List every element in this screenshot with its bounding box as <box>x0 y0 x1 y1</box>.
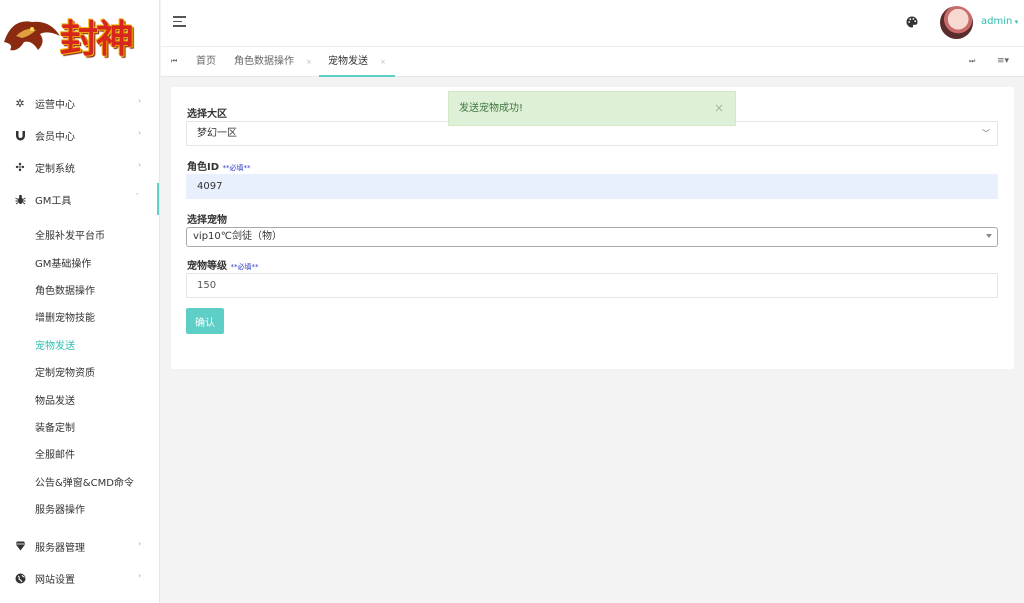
close-icon[interactable]: × <box>306 58 312 66</box>
chevron-down-icon: ˇ <box>135 193 140 201</box>
dragon-logo-icon <box>4 21 60 51</box>
close-icon[interactable]: × <box>380 58 386 66</box>
user-dropdown[interactable]: admin ▾ <box>981 16 1018 27</box>
submenu-item-send-item[interactable]: 物品发送 <box>0 385 159 412</box>
submenu-item-pet-skills[interactable]: 增删宠物技能 <box>0 303 159 330</box>
close-icon[interactable]: × <box>714 92 724 125</box>
bug-icon <box>14 193 26 205</box>
username: admin <box>981 16 1013 27</box>
zone-label: 选择大区 <box>187 109 227 120</box>
logo[interactable]: 封神 <box>0 0 159 80</box>
chevron-right-icon: › <box>138 161 141 169</box>
sidebar: 封神 ✲ 运营中心 › 会员中心 › ✣ 定制系统 › GM工具 ˇ 全服补发平… <box>0 0 160 603</box>
chevron-right-icon: › <box>138 97 141 105</box>
submit-button[interactable]: 确认 <box>186 308 224 334</box>
submenu-item-pet-aptitude[interactable]: 定制宠物资质 <box>0 358 159 385</box>
submenu-item-resend-currency[interactable]: 全服补发平台币 <box>0 221 159 248</box>
required-hint: **必填** <box>222 164 251 172</box>
tab-send-pet[interactable]: 宠物发送 × <box>319 47 395 77</box>
top-header: admin ▾ <box>161 0 1024 46</box>
required-hint: **必填** <box>230 263 259 271</box>
sidebar-item-site-settings[interactable]: 网站设置 › <box>0 562 159 594</box>
gear-icon: ✲ <box>15 96 25 110</box>
submenu-item-send-pet[interactable]: 宠物发送 <box>0 331 159 358</box>
sidebar-menu-bottom: 服务器管理 › 网站设置 › <box>0 530 159 594</box>
sidebar-item-label: 网站设置 <box>35 574 75 586</box>
caret-down-icon <box>986 234 992 238</box>
sidebar-item-label: 定制系统 <box>35 163 75 175</box>
role-id-label: 角色ID **必填** <box>187 162 251 173</box>
success-toast: 发送宠物成功! × <box>448 91 736 126</box>
diamond-icon <box>14 540 26 552</box>
chevron-right-icon: › <box>138 572 141 581</box>
gamepad-icon: ✣ <box>15 160 25 174</box>
submenu-item-announcement-cmd[interactable]: 公告&弹窗&CMD命令 <box>0 468 159 495</box>
tab-role-data[interactable]: 角色数据操作 × <box>234 47 312 77</box>
tab-home[interactable]: 首页 <box>196 47 216 77</box>
pet-label: 选择宠物 <box>187 215 227 226</box>
menu-toggle-icon[interactable] <box>173 16 186 27</box>
sidebar-item-label: GM工具 <box>35 195 72 207</box>
logo-text: 封神 <box>60 16 134 61</box>
sidebar-menu: ✲ 运营中心 › 会员中心 › ✣ 定制系统 › GM工具 ˇ <box>0 87 159 215</box>
sidebar-item-operations[interactable]: ✲ 运营中心 › <box>0 87 159 119</box>
pet-select[interactable]: vip10℃剑徒（物） <box>186 227 998 247</box>
avatar[interactable] <box>940 6 973 39</box>
submenu-item-role-data[interactable]: 角色数据操作 <box>0 276 159 303</box>
pet-level-input[interactable]: 150 <box>186 273 998 298</box>
sidebar-item-label: 会员中心 <box>35 131 75 143</box>
sidebar-item-label: 运营中心 <box>35 99 75 111</box>
submenu-item-server-ops[interactable]: 服务器操作 <box>0 495 159 522</box>
tab-options-icon[interactable]: ≡▾ <box>997 56 1009 66</box>
chevron-right-icon: › <box>138 540 141 549</box>
role-id-input[interactable]: 4097 <box>186 174 998 199</box>
sidebar-item-server-management[interactable]: 服务器管理 › <box>0 530 159 562</box>
sidebar-item-custom-system[interactable]: ✣ 定制系统 › <box>0 151 159 183</box>
toast-message: 发送宠物成功! <box>459 103 524 114</box>
tab-bar: ⏮ 首页 角色数据操作 × 宠物发送 × ⏭ ≡▾ <box>161 46 1024 77</box>
palette-icon[interactable] <box>906 16 918 28</box>
globe-icon <box>14 572 26 584</box>
submenu-item-custom-equipment[interactable]: 装备定制 <box>0 413 159 440</box>
magnet-icon <box>14 129 26 141</box>
sidebar-item-label: 服务器管理 <box>35 542 85 554</box>
pet-level-label: 宠物等级 **必填** <box>187 261 259 272</box>
chevron-down-icon: ﹀ <box>982 129 990 138</box>
sidebar-item-gm-tools[interactable]: GM工具 ˇ <box>0 183 159 215</box>
scroll-right-icon[interactable]: ⏭ <box>969 57 975 66</box>
gm-tools-submenu: 全服补发平台币 GM基础操作 角色数据操作 增删宠物技能 宠物发送 定制宠物资质… <box>0 215 159 522</box>
caret-down-icon: ▾ <box>1012 18 1019 26</box>
sidebar-item-members[interactable]: 会员中心 › <box>0 119 159 151</box>
submenu-item-server-mail[interactable]: 全服邮件 <box>0 440 159 467</box>
send-pet-form: 选择大区 梦幻一区 ﹀ 角色ID **必填** 4097 选择宠物 vip10℃… <box>171 87 1014 369</box>
submenu-item-gm-basic[interactable]: GM基础操作 <box>0 248 159 275</box>
scroll-left-icon[interactable]: ⏮ <box>171 57 177 66</box>
chevron-right-icon: › <box>138 129 141 137</box>
